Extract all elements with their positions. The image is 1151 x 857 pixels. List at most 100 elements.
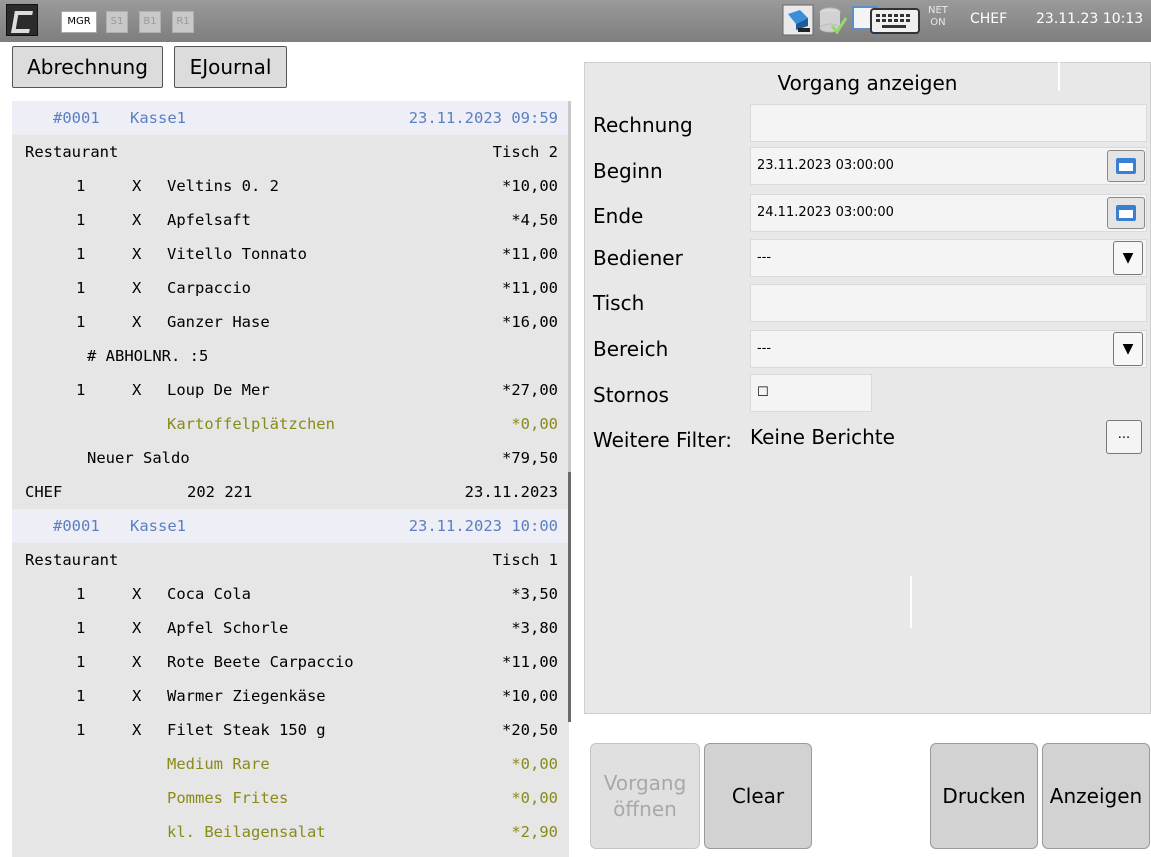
item-price: *16,00 — [502, 313, 558, 331]
journal-area-row[interactable]: Restaurant Tisch 1 — [12, 543, 569, 577]
beginn-input[interactable]: 23.11.2023 03:00:00 — [750, 147, 1147, 185]
modifier-price: *2,90 — [511, 823, 558, 841]
item-price: *3,80 — [511, 619, 558, 637]
journal-area-row[interactable]: Restaurant Tisch 2 — [12, 135, 569, 169]
journal-item-row[interactable]: 1 X Carpaccio *11,00 — [12, 271, 569, 305]
mode-chip-mgr[interactable]: MGR — [61, 11, 97, 33]
stornos-label: Stornos — [593, 383, 669, 407]
item-price: *11,00 — [502, 279, 558, 297]
item-multiplier: X — [132, 245, 142, 263]
item-qty: 1 — [76, 279, 86, 297]
journal-saldo-row[interactable]: Neuer Saldo *79,50 — [12, 441, 569, 475]
receipt-number: #0001 — [53, 109, 100, 127]
register-name: Kasse1 — [130, 517, 186, 535]
vorgang-oeffnen-label-2: öffnen — [613, 797, 677, 821]
printer-icon[interactable] — [782, 4, 814, 36]
stornos-checkbox[interactable]: ☐ — [750, 374, 872, 412]
bereich-select[interactable]: --- — [750, 330, 1147, 368]
item-name: Coca Cola — [167, 585, 251, 603]
rechnung-input[interactable] — [750, 104, 1147, 142]
item-name: Rote Beete Carpaccio — [167, 653, 354, 671]
network-label: NET — [928, 5, 948, 16]
item-price: *27,00 — [502, 381, 558, 399]
journal-footer-row[interactable]: CHEF 202 221 23.11.2023 — [12, 475, 569, 509]
mode-chip-r1[interactable]: R1 — [172, 11, 194, 33]
modifier-name: Pommes Frites — [167, 789, 289, 807]
item-price: *20,50 — [502, 721, 558, 739]
network-state: ON — [930, 17, 946, 28]
journal-modifier-row[interactable]: Medium Rare *0,00 — [12, 747, 569, 781]
bediener-dropdown-icon[interactable]: ▼ — [1113, 241, 1143, 275]
beginn-label: Beginn — [593, 159, 663, 183]
item-name: Veltins 0. 2 — [167, 177, 279, 195]
ejournal-list[interactable]: #0001 Kasse1 23.11.2023 09:59 Restaurant Tis… — [12, 101, 569, 857]
item-multiplier: X — [132, 313, 142, 331]
item-qty: 1 — [76, 211, 86, 229]
ende-calendar-icon[interactable] — [1107, 197, 1145, 229]
weitere-filter-label: Weitere Filter: — [593, 428, 732, 452]
tisch-input[interactable] — [750, 284, 1147, 322]
item-name: Filet Steak 150 g — [167, 721, 326, 739]
journal-note-row[interactable]: # ABHOLNR. :5 — [12, 339, 569, 373]
item-multiplier: X — [132, 381, 142, 399]
saldo-amount: *79,50 — [502, 449, 558, 467]
journal-item-row[interactable]: 1 X Rote Beete Carpaccio *11,00 — [12, 645, 569, 679]
vorgang-oeffnen-button[interactable]: Vorgang öffnen — [590, 743, 700, 849]
journal-item-row[interactable]: 1 X Coca Cola *3,50 — [12, 577, 569, 611]
ende-label: Ende — [593, 204, 644, 228]
drucken-button[interactable]: Drucken — [930, 743, 1038, 849]
item-qty: 1 — [76, 687, 86, 705]
clear-button[interactable]: Clear — [704, 743, 812, 849]
journal-item-row[interactable]: 1 X Apfelsaft *4,50 — [12, 203, 569, 237]
anzeigen-button[interactable]: Anzeigen — [1042, 743, 1150, 849]
journal-scrollbar-thumb[interactable] — [568, 472, 571, 722]
footer-number: 202 221 — [187, 483, 253, 501]
journal-item-row[interactable]: 1 X Apfel Schorle *3,80 — [12, 611, 569, 645]
journal-modifier-row[interactable]: kl. Beilagensalat *2,90 — [12, 815, 569, 849]
beginn-calendar-icon[interactable] — [1107, 150, 1145, 182]
app-logo-icon[interactable] — [6, 4, 38, 36]
item-multiplier: X — [132, 585, 142, 603]
journal-receipt-header[interactable]: #0001 Kasse1 23.11.2023 10:00 — [12, 509, 569, 543]
note-text: # ABHOLNR. :5 — [87, 347, 209, 365]
panel-divider-mid — [910, 576, 912, 628]
mode-chip-b1[interactable]: B1 — [139, 11, 161, 33]
journal-item-row[interactable]: 1 X Vitello Tonnato *11,00 — [12, 237, 569, 271]
item-name: Carpaccio — [167, 279, 251, 297]
mode-chip-s1[interactable]: S1 — [106, 11, 128, 33]
journal-item-row[interactable]: 1 X Loup De Mer *27,00 — [12, 373, 569, 407]
journal-item-row[interactable]: 1 X Filet Steak 150 g *20,50 — [12, 713, 569, 747]
modifier-name: kl. Beilagensalat — [167, 823, 326, 841]
rechnung-label: Rechnung — [593, 113, 693, 137]
receipt-number: #0001 — [53, 517, 100, 535]
weitere-filter-value: Keine Berichte — [750, 425, 895, 449]
journal-modifier-row[interactable]: Pommes Frites *0,00 — [12, 781, 569, 815]
footer-user: CHEF — [25, 483, 63, 501]
journal-receipt-header[interactable]: #0001 Kasse1 23.11.2023 09:59 — [12, 101, 569, 135]
item-name: Warmer Ziegenkäse — [167, 687, 326, 705]
bediener-select[interactable]: --- — [750, 239, 1147, 277]
table-name: Tisch 1 — [492, 551, 558, 569]
journal-item-row[interactable]: 1 X Veltins 0. 2 *10,00 — [12, 169, 569, 203]
modifier-price: *0,00 — [511, 789, 558, 807]
bediener-label: Bediener — [593, 246, 683, 270]
journal-item-row[interactable]: 1 X Warmer Ziegenkäse *10,00 — [12, 679, 569, 713]
tab-abrechnung[interactable]: Abrechnung — [12, 46, 163, 88]
journal-item-row[interactable]: 1 X Ganzer Hase *16,00 — [12, 305, 569, 339]
journal-modifier-row[interactable]: Kartoffelplätzchen *0,00 — [12, 407, 569, 441]
filter-panel: Vorgang anzeigen Rechnung Beginn 23.11.2… — [584, 62, 1151, 714]
ende-input[interactable]: 24.11.2023 03:00:00 — [750, 194, 1147, 232]
saldo-label: Neuer Saldo — [87, 449, 190, 467]
bereich-label: Bereich — [593, 337, 669, 361]
item-multiplier: X — [132, 687, 142, 705]
tab-ejournal[interactable]: EJournal — [174, 46, 287, 88]
vorgang-oeffnen-label-1: Vorgang — [603, 771, 687, 795]
more-filters-button[interactable]: ... — [1106, 420, 1142, 454]
area-name: Restaurant — [25, 551, 119, 569]
item-qty: 1 — [76, 619, 86, 637]
keyboard-icon[interactable] — [870, 8, 920, 34]
item-qty: 1 — [76, 313, 86, 331]
item-qty: 1 — [76, 653, 86, 671]
item-qty: 1 — [76, 381, 86, 399]
bereich-dropdown-icon[interactable]: ▼ — [1113, 332, 1143, 366]
